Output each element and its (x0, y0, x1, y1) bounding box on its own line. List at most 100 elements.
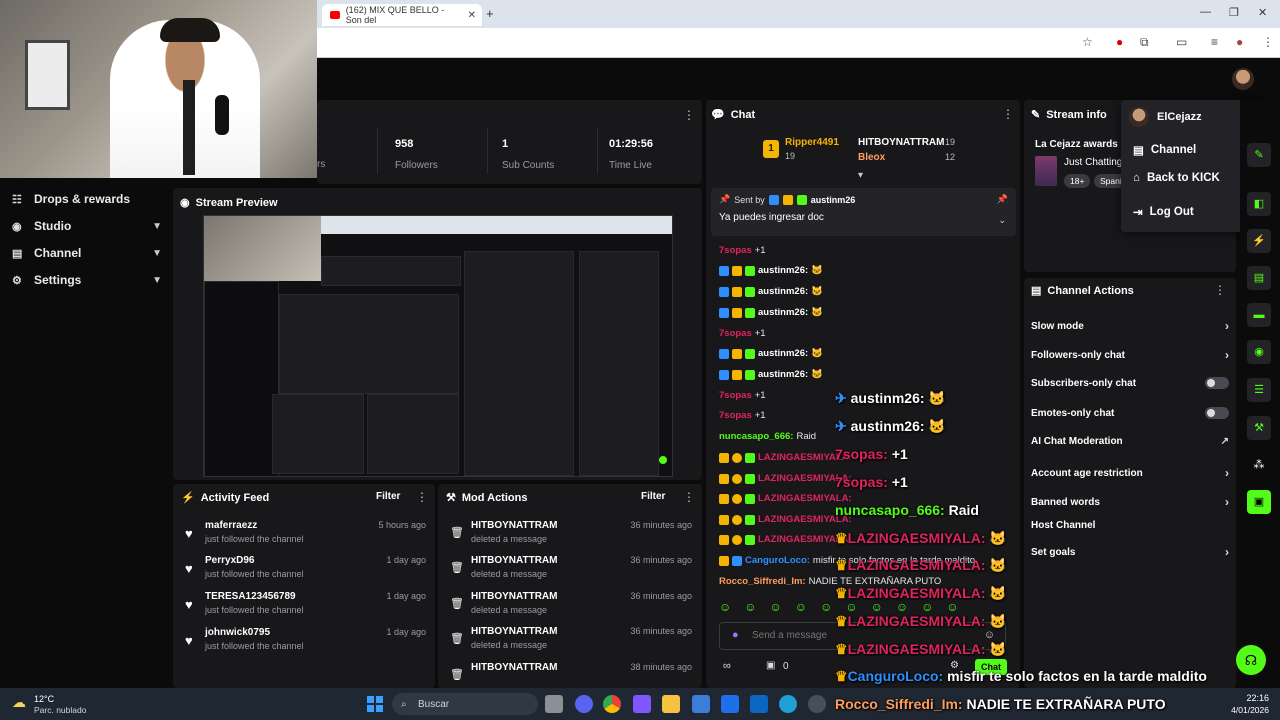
chat-user[interactable]: 7sopas (719, 390, 752, 401)
star-icon[interactable]: ☆ (1082, 35, 1093, 49)
dots-icon[interactable]: ⁂ (1247, 453, 1271, 477)
wrench-icon[interactable]: ⚒ (1247, 416, 1271, 440)
gift-icon[interactable]: ▣ (766, 660, 775, 671)
weather-temp[interactable]: 12°C (34, 694, 54, 704)
leaderboard-collapse-icon[interactable]: ▾ (858, 170, 863, 181)
mod-user[interactable]: HITBOYNATTRAM (471, 626, 557, 637)
close-tab-icon[interactable]: ✕ (468, 10, 476, 21)
minimize-button[interactable]: — (1200, 6, 1211, 18)
activity-filter-button[interactable]: Filter (376, 491, 400, 502)
emote-icon[interactable]: ☺ (770, 600, 782, 616)
feed-user[interactable]: TERESA123456789 (205, 591, 296, 602)
sidebar-item-drops[interactable]: ☷ Drops & rewards (12, 189, 162, 209)
windows-start-icon[interactable] (367, 696, 383, 712)
dropbox-icon[interactable] (750, 695, 768, 713)
lightning-icon[interactable]: ⚡ (1247, 229, 1271, 253)
stream-preview-video[interactable] (203, 215, 673, 477)
kebab-menu-icon[interactable]: ⋮ (1002, 107, 1014, 121)
taskbar-search[interactable]: ⌕ Buscar (392, 693, 538, 715)
infinity-icon[interactable]: ∞ (723, 660, 731, 672)
clock-time[interactable]: 22:16 (1219, 693, 1269, 703)
list-icon[interactable]: ☰ (1247, 378, 1271, 402)
emote-icon[interactable]: ☺ (719, 600, 731, 616)
unpin-icon[interactable]: 📌 (997, 194, 1008, 205)
address-bar[interactable] (317, 28, 1280, 58)
broadcast-icon[interactable]: ◉ (1247, 340, 1271, 364)
browser-tab[interactable]: (162) MIX QUE BELLO - Son del ✕ (322, 4, 482, 26)
chat-input[interactable] (752, 630, 952, 641)
chat-user[interactable]: 7sopas (719, 328, 752, 339)
chat-user[interactable]: Rocco_Siffredi_Im: (719, 576, 806, 587)
chat-bubble-icon[interactable]: ▬ (1247, 303, 1271, 327)
feed-user[interactable]: PerryxD96 (205, 555, 254, 566)
kebab-menu-icon[interactable]: ⋮ (683, 490, 695, 504)
leader-name[interactable]: HITBOYNATTRAM (858, 137, 944, 148)
feed-user[interactable]: maferraezz (205, 520, 257, 531)
menu-item-back-to-kick[interactable]: ⌂ Back to KICK (1133, 172, 1220, 184)
kick-app-icon[interactable]: ▣ (1247, 490, 1271, 514)
chat-user[interactable]: austinm26: (758, 286, 808, 297)
sidebar-item-settings[interactable]: ⚙ Settings ▼ (12, 270, 162, 290)
microphone-icon[interactable]: ● (732, 629, 739, 641)
kebab-menu-icon[interactable]: ⋮ (1214, 283, 1226, 297)
leader-name[interactable]: Ripper4491 (785, 137, 839, 148)
chat-user[interactable]: CanguroLoco: (745, 555, 810, 566)
kebab-menu-icon[interactable]: ⋮ (683, 108, 695, 122)
mod-user[interactable]: HITBOYNATTRAM (471, 555, 557, 566)
support-headset-icon[interactable]: ☊ (1236, 645, 1266, 675)
emote-icon[interactable]: ☺ (744, 600, 756, 616)
followers-only-row[interactable]: Followers-only chat › (1031, 348, 1229, 362)
extensions-icon[interactable]: ⧉ (1140, 35, 1149, 50)
emote-icon[interactable]: ☺ (820, 600, 832, 616)
pencil-icon[interactable]: ✎ (1247, 143, 1271, 167)
emotes-only-toggle[interactable] (1205, 407, 1229, 419)
note-icon[interactable]: ▤ (1247, 266, 1271, 290)
profile-icon[interactable]: ● (1236, 35, 1243, 49)
maximize-button[interactable]: ❐ (1229, 6, 1239, 19)
clock-date[interactable]: 4/01/2026 (1219, 705, 1269, 715)
file-explorer-icon[interactable] (662, 695, 680, 713)
extension-red-icon[interactable]: ● (1116, 35, 1123, 49)
mod-user[interactable]: HITBOYNATTRAM (471, 662, 557, 673)
chat-user[interactable]: 7sopas (719, 410, 752, 421)
chat-user[interactable]: nuncasapo_666: (719, 431, 793, 442)
avatar[interactable] (1232, 68, 1254, 90)
store-icon[interactable] (692, 695, 710, 713)
mod-filter-button[interactable]: Filter (641, 491, 665, 502)
chat-user[interactable]: austinm26: (758, 369, 808, 380)
close-window-button[interactable]: ✕ (1258, 6, 1267, 19)
sidebar-item-channel[interactable]: ▤ Channel ▼ (12, 243, 162, 263)
leader-name[interactable]: Bleox (858, 152, 885, 163)
chat-user[interactable]: 7sopas (719, 245, 752, 256)
host-channel-row[interactable]: Host Channel (1031, 520, 1229, 531)
chevron-down-icon[interactable]: ⌄ (998, 215, 1006, 226)
emoji-picker-icon[interactable]: ☺ (984, 629, 995, 641)
cast-icon[interactable]: ▭ (1176, 35, 1187, 49)
ai-moderation-row[interactable]: AI Chat Moderation ↗ (1031, 436, 1229, 447)
new-tab-button[interactable]: + (486, 6, 494, 21)
mod-user[interactable]: HITBOYNATTRAM (471, 591, 557, 602)
edge-icon[interactable] (779, 695, 797, 713)
chrome-icon[interactable] (603, 695, 621, 713)
discord-icon[interactable] (575, 695, 593, 713)
slow-mode-row[interactable]: Slow mode › (1031, 319, 1229, 333)
banned-words-row[interactable]: Banned words › (1031, 495, 1229, 509)
sidebar-item-studio[interactable]: ◉ Studio ▼ (12, 216, 162, 236)
menu-item-logout[interactable]: ⇥ Log Out (1133, 205, 1194, 219)
obs-icon[interactable] (808, 695, 826, 713)
set-goals-row[interactable]: Set goals › (1031, 545, 1229, 559)
kebab-menu-icon[interactable]: ⋮ (416, 490, 428, 504)
menu-item-channel[interactable]: ▤ Channel (1133, 143, 1196, 157)
chat-user[interactable]: austinm26: (758, 348, 808, 359)
chat-user[interactable]: austinm26: (758, 265, 808, 276)
menu-icon[interactable]: ⋮ (1262, 35, 1274, 49)
camera-icon[interactable]: ◧ (1247, 192, 1271, 216)
account-age-row[interactable]: Account age restriction › (1031, 466, 1229, 480)
media-icon[interactable]: ≡ (1211, 35, 1218, 49)
mod-user[interactable]: HITBOYNATTRAM (471, 520, 557, 531)
copilot-icon[interactable] (633, 695, 651, 713)
mail-icon[interactable] (721, 695, 739, 713)
pinned-user[interactable]: austinm26 (811, 195, 856, 205)
chat-user[interactable]: austinm26: (758, 307, 808, 318)
subscribers-only-toggle[interactable] (1205, 377, 1229, 389)
